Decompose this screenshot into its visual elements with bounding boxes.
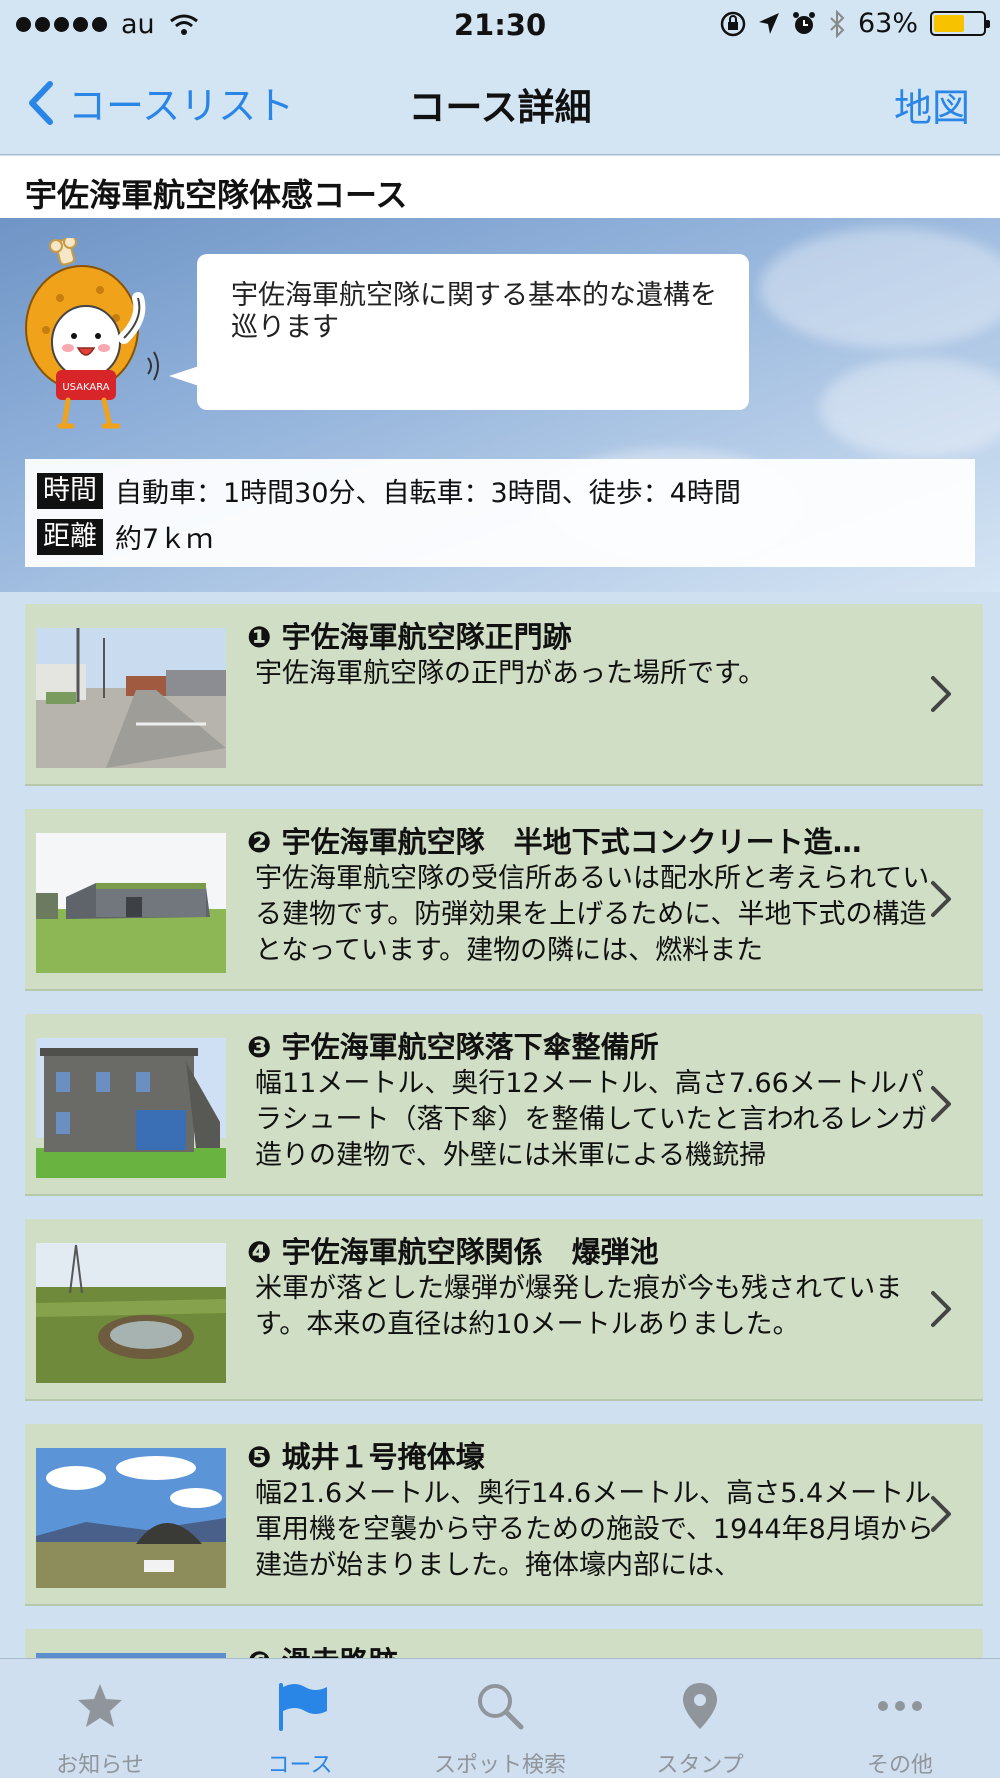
spot-item[interactable]: ❺ 城井１号掩体壕 幅21.6メートル、奥行14.6メートル、高さ5.4メートル… [25,1424,983,1606]
tab-stamp[interactable]: スタンプ [600,1659,800,1778]
tab-bar: お知らせ コース スポット検索 スタンプ その他 [0,1658,1000,1778]
orientation-lock-icon [720,11,746,36]
speech-bubble: 宇佐海軍航空隊に関する基本的な遺構を巡ります [169,254,749,410]
alarm-icon [792,11,815,34]
chevron-right-icon [931,676,951,712]
time-value: 自動車：1時間30分、自転車：3時間、徒歩：4時間 [115,478,741,509]
time-tag: 時間 [37,472,103,509]
tab-label: スタンプ [656,1753,744,1778]
course-title-bar: 宇佐海軍航空隊体感コース [0,156,1000,218]
course-info: 時間 自動車：1時間30分、自転車：3時間、徒歩：4時間 距離 約7ｋｍ [25,459,975,567]
course-summary: 宇佐海軍航空隊に関する基本的な遺構を巡ります [231,280,717,343]
more-icon [878,1701,922,1711]
spot-title: ❶ 宇佐海軍航空隊正門跡 [247,620,572,654]
page-title: コース詳細 [408,86,592,129]
tab-course[interactable]: コース [200,1659,400,1778]
distance-row: 距離 約7ｋｍ [37,517,213,556]
tab-label: スポット検索 [433,1753,566,1778]
tab-spot-search[interactable]: スポット検索 [400,1659,600,1778]
spot-title: ❺ 城井１号掩体壕 [247,1440,485,1474]
spot-description: 米軍が落とした爆弾が爆発した痕が今も残されています。本来の直径は約10メートルあ… [255,1273,903,1340]
mascot-badge: USAKARA [62,382,109,393]
distance-value: 約7ｋｍ [115,524,214,555]
flag-icon [279,1683,327,1731]
battery-percent: 63% [857,8,918,39]
status-bar: au 21:30 63% [0,0,1000,50]
battery-icon [930,11,990,36]
distance-tag: 距離 [37,518,103,555]
tab-label: お知らせ [56,1753,144,1778]
spot-description: 幅11メートル、奥行12メートル、高さ7.66メートルパラシュート（落下傘）を整… [255,1068,928,1171]
location-arrow-icon [758,12,779,34]
course-title: 宇佐海軍航空隊体感コース [25,176,408,214]
spot-thumbnail [36,833,226,973]
spot-item[interactable]: ❷ 宇佐海軍航空隊 半地下式コンクリート造… 宇佐海軍航空隊の受信所あるいは配水… [25,809,983,991]
tab-label: コース [267,1753,333,1778]
search-icon [478,1684,524,1730]
chevron-right-icon [931,1291,951,1327]
spot-title: ❸ 宇佐海軍航空隊落下傘整備所 [247,1030,659,1064]
spot-item[interactable]: ❹ 宇佐海軍航空隊関係 爆弾池 米軍が落とした爆弾が爆発した痕が今も残されていま… [25,1219,983,1401]
spot-title: ❷ 宇佐海軍航空隊 半地下式コンクリート造… [247,825,862,859]
map-button[interactable]: 地図 [894,77,970,132]
spot-description: 宇佐海軍航空隊の受信所あるいは配水所と考えられている建物です。防弾効果を上げるた… [255,863,930,966]
spot-title: ❹ 宇佐海軍航空隊関係 爆弾池 [247,1235,659,1269]
tab-more[interactable]: その他 [800,1659,1000,1778]
spot-thumbnail [36,628,226,768]
spot-item[interactable]: ❶ 宇佐海軍航空隊正門跡 宇佐海軍航空隊の正門があった場所です。 [25,604,983,786]
spot-thumbnail [36,1038,226,1178]
course-hero: USAKARA 宇佐海軍航空隊に関する基本的な遺構を巡ります 時間 自動車：1時… [0,218,1000,592]
time-row: 時間 自動車：1時間30分、自転車：3時間、徒歩：4時間 [37,471,741,510]
bluetooth-icon [830,9,845,38]
spot-thumbnail [36,1448,226,1588]
mascot-character: USAKARA [25,238,159,429]
spot-description: 幅21.6メートル、奥行14.6メートル、高さ5.4メートル軍用機を空襲から守る… [255,1478,934,1581]
chevron-right-icon [931,1496,951,1532]
tab-label: その他 [866,1753,933,1778]
spot-item[interactable]: ❸ 宇佐海軍航空隊落下傘整備所 幅11メートル、奥行12メートル、高さ7.66メ… [25,1014,983,1196]
spot-thumbnail [36,1243,226,1383]
tab-news[interactable]: お知らせ [0,1659,200,1778]
navigation-bar: コースリスト コース詳細 地図 [0,55,1000,150]
chevron-right-icon [931,1086,951,1122]
star-icon [78,1684,122,1727]
top-bar: au 21:30 63% コースリスト コース詳細 地図 [0,0,1000,155]
spot-description: 宇佐海軍航空隊の正門があった場所です。 [255,658,766,689]
pin-icon [683,1683,717,1729]
chevron-right-icon [931,881,951,917]
